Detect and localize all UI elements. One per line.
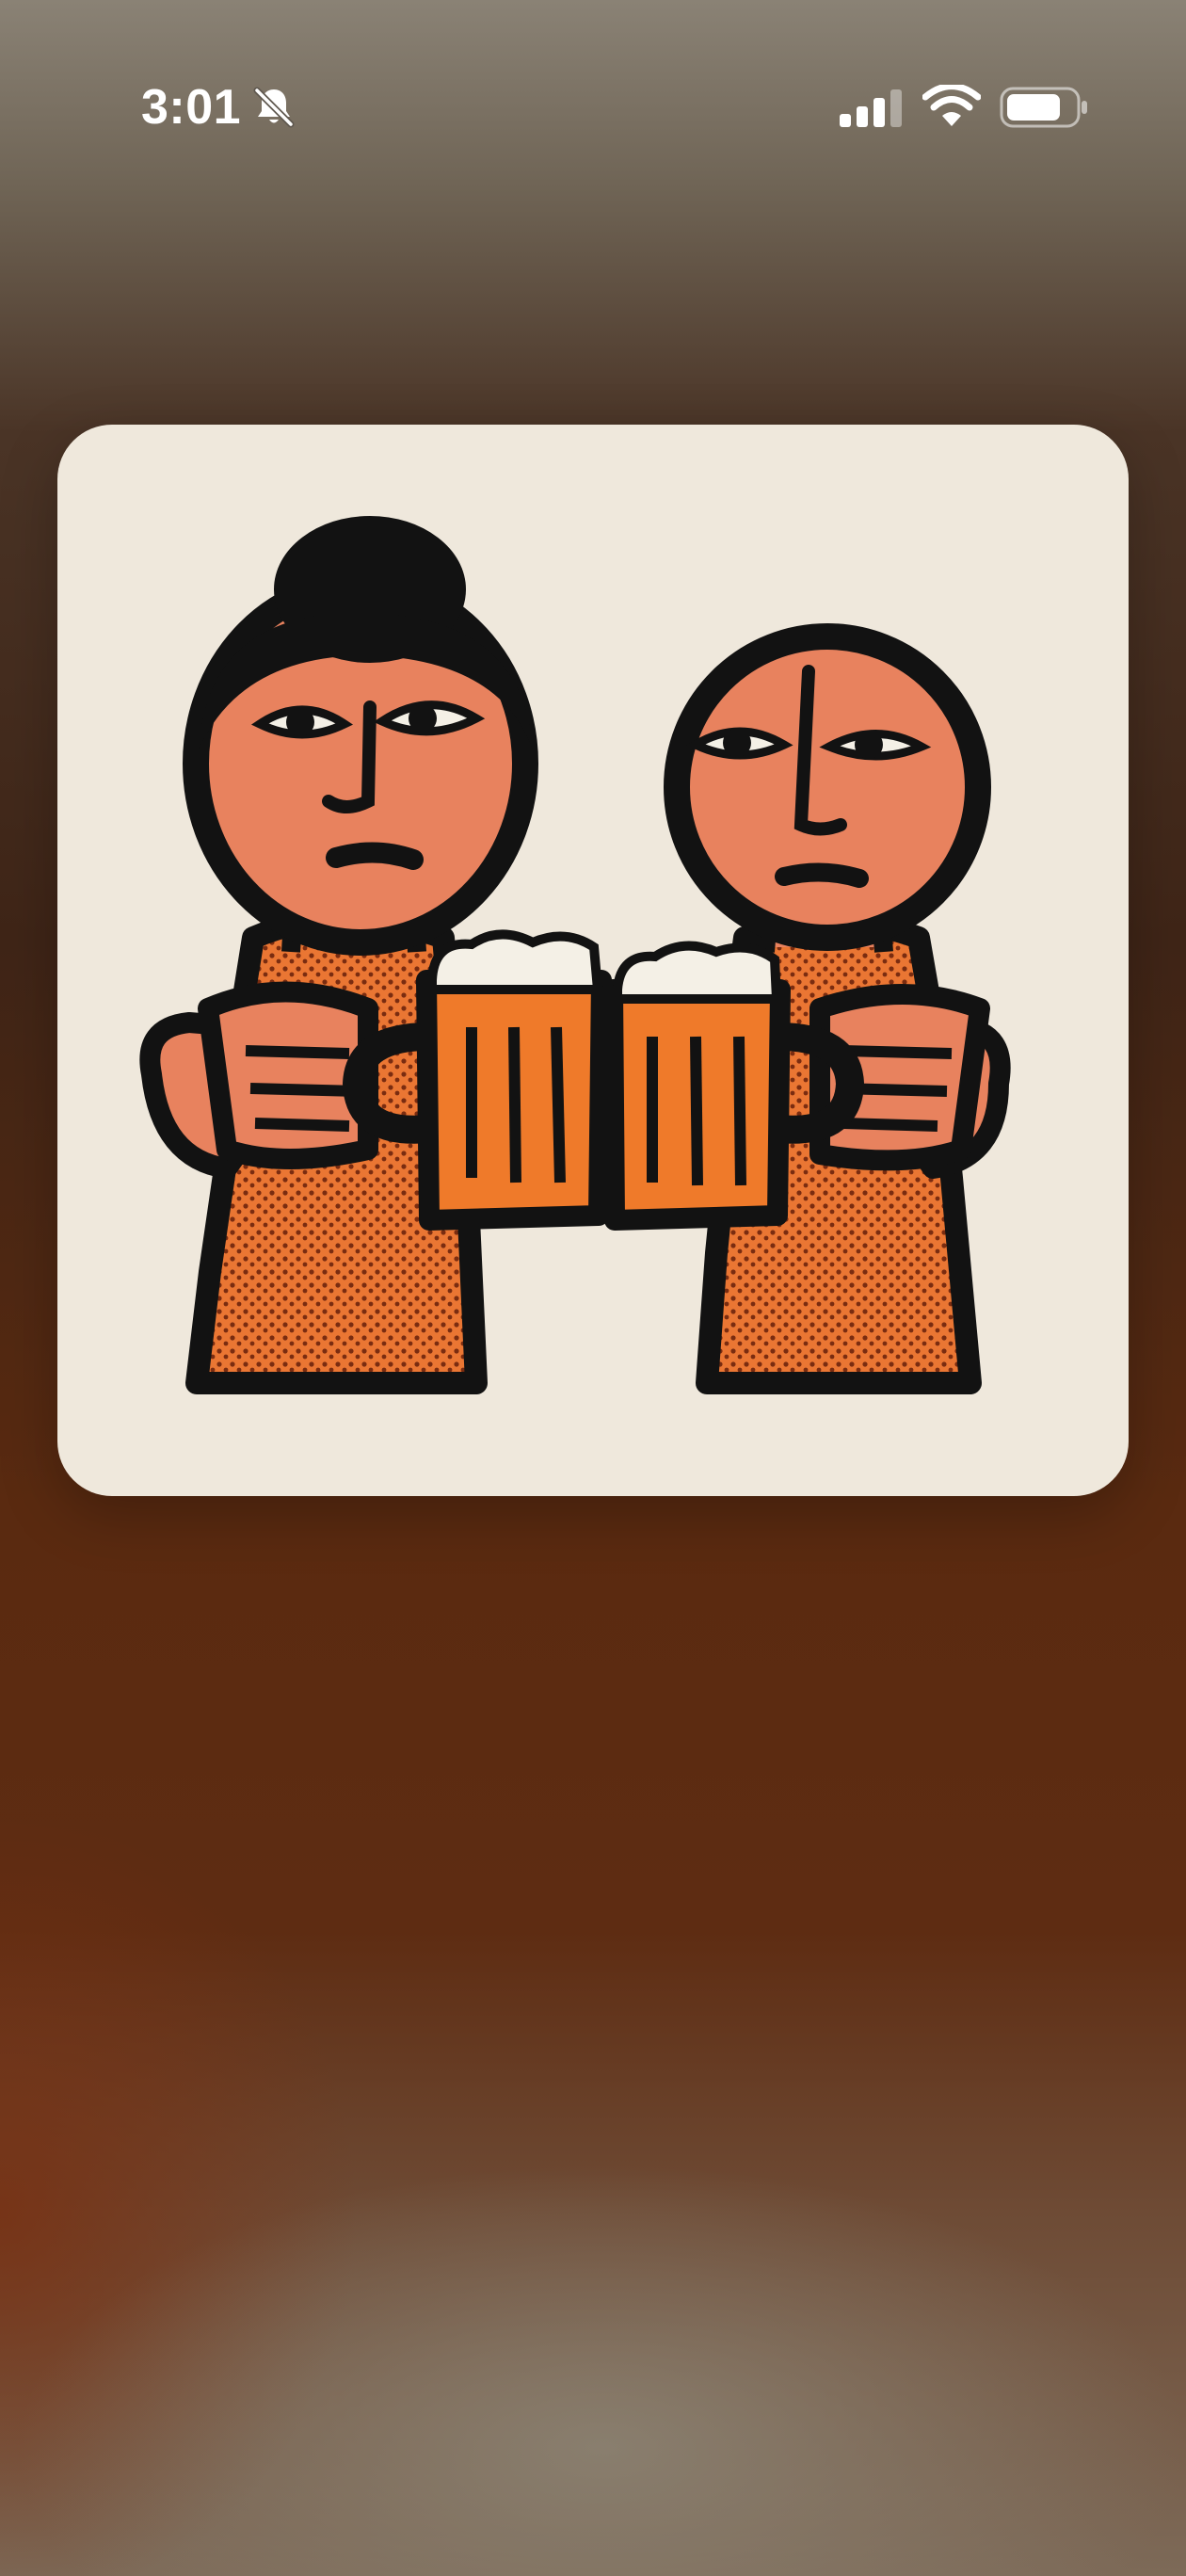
cellular-signal-icon [840, 89, 902, 127]
battery-icon [1000, 87, 1087, 128]
status-time: 3:01 [141, 80, 242, 135]
bell-slash-icon [253, 87, 295, 128]
artwork-card[interactable] [57, 425, 1129, 1496]
status-bar: 3:01 [0, 0, 1186, 141]
wifi-icon [922, 85, 981, 126]
artwork-illustration [139, 516, 1011, 1394]
